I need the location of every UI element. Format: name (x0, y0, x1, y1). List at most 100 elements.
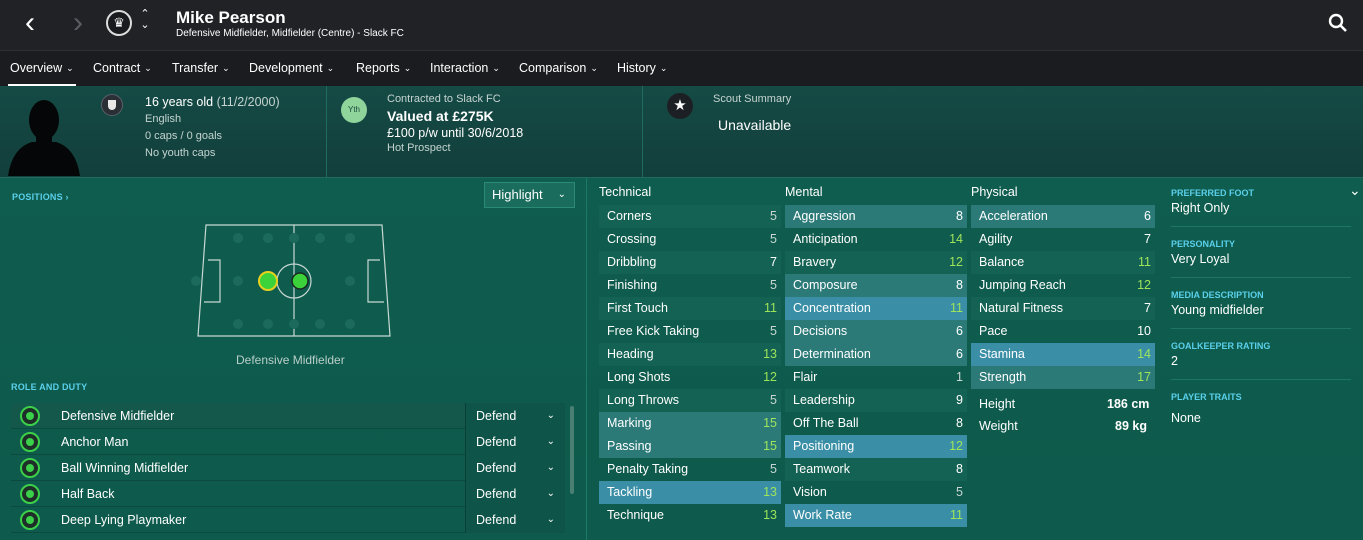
attribute-row[interactable]: Long Shots 12 (599, 366, 781, 389)
weight-label: Weight (979, 419, 1018, 433)
tab-contract[interactable]: Contract ⌄ (91, 51, 154, 87)
attribute-row[interactable]: Marking 15 (599, 412, 781, 435)
mental-attributes: Aggression 8 Anticipation 14 Bravery 12 Com… (785, 205, 967, 527)
tab-history[interactable]: History ⌄ (615, 51, 669, 87)
tab-interaction[interactable]: Interaction ⌄ (428, 51, 502, 87)
attribute-value: 7 (1144, 301, 1151, 315)
attribute-row[interactable]: Anticipation 14 (785, 228, 967, 251)
attribute-row[interactable]: Free Kick Taking 5 (599, 320, 781, 343)
international-caps: 0 caps / 0 goals (145, 130, 223, 142)
highlight-dropdown[interactable]: Highlight ⌄ (484, 182, 575, 208)
role-name: Ball Winning Midfielder (61, 461, 189, 475)
attribute-value: 7 (770, 255, 777, 269)
search-icon[interactable] (1328, 13, 1348, 33)
duty-dropdown[interactable]: Defend ⌄ (465, 455, 565, 481)
chevron-down-icon: ⌄ (546, 410, 555, 421)
player-subtitle: Defensive Midfielder, Midfielder (Centre… (176, 28, 404, 39)
role-row[interactable]: Deep Lying Playmaker Defend ⌄ (11, 507, 565, 533)
tab-comparison[interactable]: Comparison ⌄ (517, 51, 600, 87)
attribute-row[interactable]: Composure 8 (785, 274, 967, 297)
role-row[interactable]: Ball Winning Midfielder Defend ⌄ (11, 455, 565, 481)
duty-dropdown[interactable]: Defend ⌄ (465, 429, 565, 455)
attribute-row[interactable]: Strength 17 (971, 366, 1155, 389)
attribute-row[interactable]: Work Rate 11 (785, 504, 967, 527)
attribute-name: Stamina (979, 347, 1025, 361)
attribute-row[interactable]: Aggression 8 (785, 205, 967, 228)
attribute-value: 12 (1137, 278, 1151, 292)
attribute-value: 11 (1138, 255, 1151, 269)
attribute-row[interactable]: Off The Ball 8 (785, 412, 967, 435)
attribute-row[interactable]: Tackling 13 (599, 481, 781, 504)
club-badge-icon[interactable]: ♛ (106, 10, 132, 36)
attribute-name: Flair (793, 370, 818, 384)
player-avatar (8, 100, 80, 176)
attribute-row[interactable]: Agility 7 (971, 228, 1155, 251)
physical-heading: Physical (971, 185, 1018, 199)
role-row[interactable]: Anchor Man Defend ⌄ (11, 429, 565, 455)
attribute-row[interactable]: Penalty Taking 5 (599, 458, 781, 481)
attribute-row[interactable]: Vision 5 (785, 481, 967, 504)
attribute-row[interactable]: Teamwork 8 (785, 458, 967, 481)
attribute-row[interactable]: Heading 13 (599, 343, 781, 366)
attribute-row[interactable]: Dribbling 7 (599, 251, 781, 274)
attribute-row[interactable]: Flair 1 (785, 366, 967, 389)
forward-arrow-icon[interactable]: › (62, 8, 94, 40)
star-icon: ★ (667, 93, 693, 119)
duty-dropdown[interactable]: Defend ⌄ (465, 403, 565, 429)
attribute-row[interactable]: First Touch 11 (599, 297, 781, 320)
attribute-row[interactable]: Natural Fitness 7 (971, 297, 1155, 320)
duty-dropdown[interactable]: Defend ⌄ (465, 507, 565, 533)
player-navigate-updown-icon[interactable]: ⌃ ⌄ (139, 9, 151, 31)
tab-reports[interactable]: Reports ⌄ (354, 51, 413, 87)
tab-overview[interactable]: Overview ⌄ (8, 51, 76, 87)
attribute-row[interactable]: Finishing 5 (599, 274, 781, 297)
attribute-row[interactable]: Balance 11 (971, 251, 1155, 274)
tab-development[interactable]: Development ⌄ (247, 51, 336, 87)
personality-value: Very Loyal (1171, 252, 1230, 266)
goalkeeper-rating-heading: GOALKEEPER RATING (1171, 341, 1271, 351)
attribute-name: Strength (979, 370, 1027, 384)
attribute-row[interactable]: Jumping Reach 12 (971, 274, 1155, 297)
back-arrow-icon[interactable]: ‹ (14, 8, 46, 40)
chevron-down-icon: ⌄ (546, 488, 555, 499)
player-value: Valued at £275K (387, 108, 494, 124)
role-row[interactable]: Half Back Defend ⌄ (11, 481, 565, 507)
role-suitability-icon (20, 484, 40, 504)
duty-dropdown[interactable]: Defend ⌄ (465, 481, 565, 507)
tab-bar: Overview ⌄ Contract ⌄ Transfer ⌄ Developmen… (0, 50, 1363, 87)
nation-flag-icon[interactable] (101, 94, 123, 116)
role-row[interactable]: Defensive Midfielder Defend ⌄ (11, 403, 565, 429)
attribute-row[interactable]: Leadership 9 (785, 389, 967, 412)
attribute-row[interactable]: Long Throws 5 (599, 389, 781, 412)
physical-attributes: Acceleration 6 Agility 7 Balance 11 Jumping… (971, 205, 1155, 389)
chevron-down-icon: ⌄ (144, 63, 152, 73)
attribute-row[interactable]: Bravery 12 (785, 251, 967, 274)
attribute-row[interactable]: Decisions 6 (785, 320, 967, 343)
chevron-down-icon: ⌄ (546, 462, 555, 473)
attribute-row[interactable]: Acceleration 6 (971, 205, 1155, 228)
attribute-row[interactable]: Crossing 5 (599, 228, 781, 251)
attribute-row[interactable]: Pace 10 (971, 320, 1155, 343)
attribute-row[interactable]: Technique 13 (599, 504, 781, 527)
role-list-scrollbar[interactable] (570, 406, 574, 494)
role-name: Defensive Midfielder (61, 409, 175, 423)
chevron-down-icon[interactable]: ⌄ (1349, 182, 1361, 199)
attribute-name: Bravery (793, 255, 837, 269)
player-traits-heading: PLAYER TRAITS (1171, 392, 1242, 402)
attribute-row[interactable]: Concentration 11 (785, 297, 967, 320)
attribute-row[interactable]: Determination 6 (785, 343, 967, 366)
attribute-value: 14 (1137, 347, 1151, 361)
attribute-name: Positioning (793, 439, 855, 453)
chevron-down-icon: ⌄ (590, 63, 598, 73)
attribute-value: 13 (763, 485, 777, 499)
attribute-row[interactable]: Passing 15 (599, 435, 781, 458)
positions-heading[interactable]: POSITIONS › (12, 192, 69, 202)
attribute-name: Aggression (793, 209, 856, 223)
attribute-row[interactable]: Positioning 12 (785, 435, 967, 458)
attribute-name: Finishing (607, 278, 658, 292)
attribute-row[interactable]: Corners 5 (599, 205, 781, 228)
attribute-name: Marking (607, 416, 652, 430)
tab-transfer[interactable]: Transfer ⌄ (170, 51, 232, 87)
attribute-row[interactable]: Stamina 14 (971, 343, 1155, 366)
attribute-name: Technique (607, 508, 664, 522)
